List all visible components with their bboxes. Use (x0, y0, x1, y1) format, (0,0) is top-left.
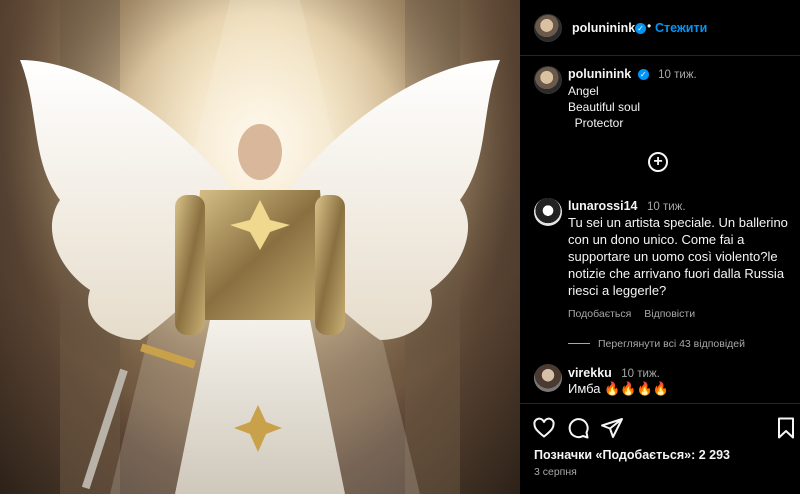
follow-button[interactable]: Стежити (655, 21, 707, 35)
comment-actions: Подобається Відповісти (568, 308, 705, 320)
view-replies-button[interactable]: Переглянути всі 43 відповідей (568, 338, 745, 350)
author-username[interactable]: poluninink (572, 21, 635, 35)
comment-icon[interactable] (566, 416, 590, 440)
comment-header: lunarossi14 10 тиж. (568, 199, 686, 213)
post-image[interactable] (0, 0, 520, 494)
post-header: poluninink ✓ • Стежити (520, 0, 800, 56)
comment-reply-button[interactable]: Відповісти (644, 308, 695, 320)
comment-username[interactable]: virekku (568, 366, 612, 380)
verified-badge-icon: ✓ (635, 23, 646, 34)
post-illustration (0, 0, 520, 494)
post-actions-bar: Позначки «Подобається»: 2 293 3 серпня (520, 403, 800, 494)
view-replies-label: Переглянути всі 43 відповідей (598, 338, 745, 350)
caption-text: Angel Beautiful soul Protector (568, 84, 641, 130)
comment-username[interactable]: lunarossi14 (568, 199, 637, 213)
replies-divider (568, 343, 590, 344)
separator-dot: • (647, 19, 652, 33)
likes-count[interactable]: Позначки «Подобається»: 2 293 (534, 448, 730, 462)
comment-text: Имба 🔥🔥🔥🔥 (568, 381, 669, 396)
comment-time: 10 тиж. (621, 368, 660, 380)
bookmark-icon[interactable] (774, 416, 798, 440)
author-avatar[interactable] (534, 14, 562, 42)
caption-username[interactable]: poluninink (568, 67, 631, 81)
comment-avatar[interactable] (534, 198, 562, 226)
heart-icon[interactable] (532, 416, 556, 440)
comment-text: Tu sei un artista speciale. Un ballerino… (568, 215, 788, 298)
verified-badge-icon: ✓ (637, 69, 649, 80)
plus-circle-icon[interactable]: + (648, 152, 668, 172)
post-date: 3 серпня (534, 466, 577, 478)
comment-header: virekku 10 тиж. (568, 366, 660, 380)
comment-avatar[interactable] (534, 364, 562, 392)
caption-time: 10 тиж. (658, 69, 697, 81)
comment-time: 10 тиж. (646, 201, 686, 213)
caption-avatar[interactable] (534, 66, 562, 94)
post-sidebar: poluninink ✓ • Стежити poluninink ✓ 10 т… (520, 0, 800, 494)
share-icon[interactable] (600, 416, 624, 440)
comment-like-button[interactable]: Подобається (568, 308, 631, 320)
caption-header: poluninink ✓ 10 тиж. (568, 67, 697, 81)
